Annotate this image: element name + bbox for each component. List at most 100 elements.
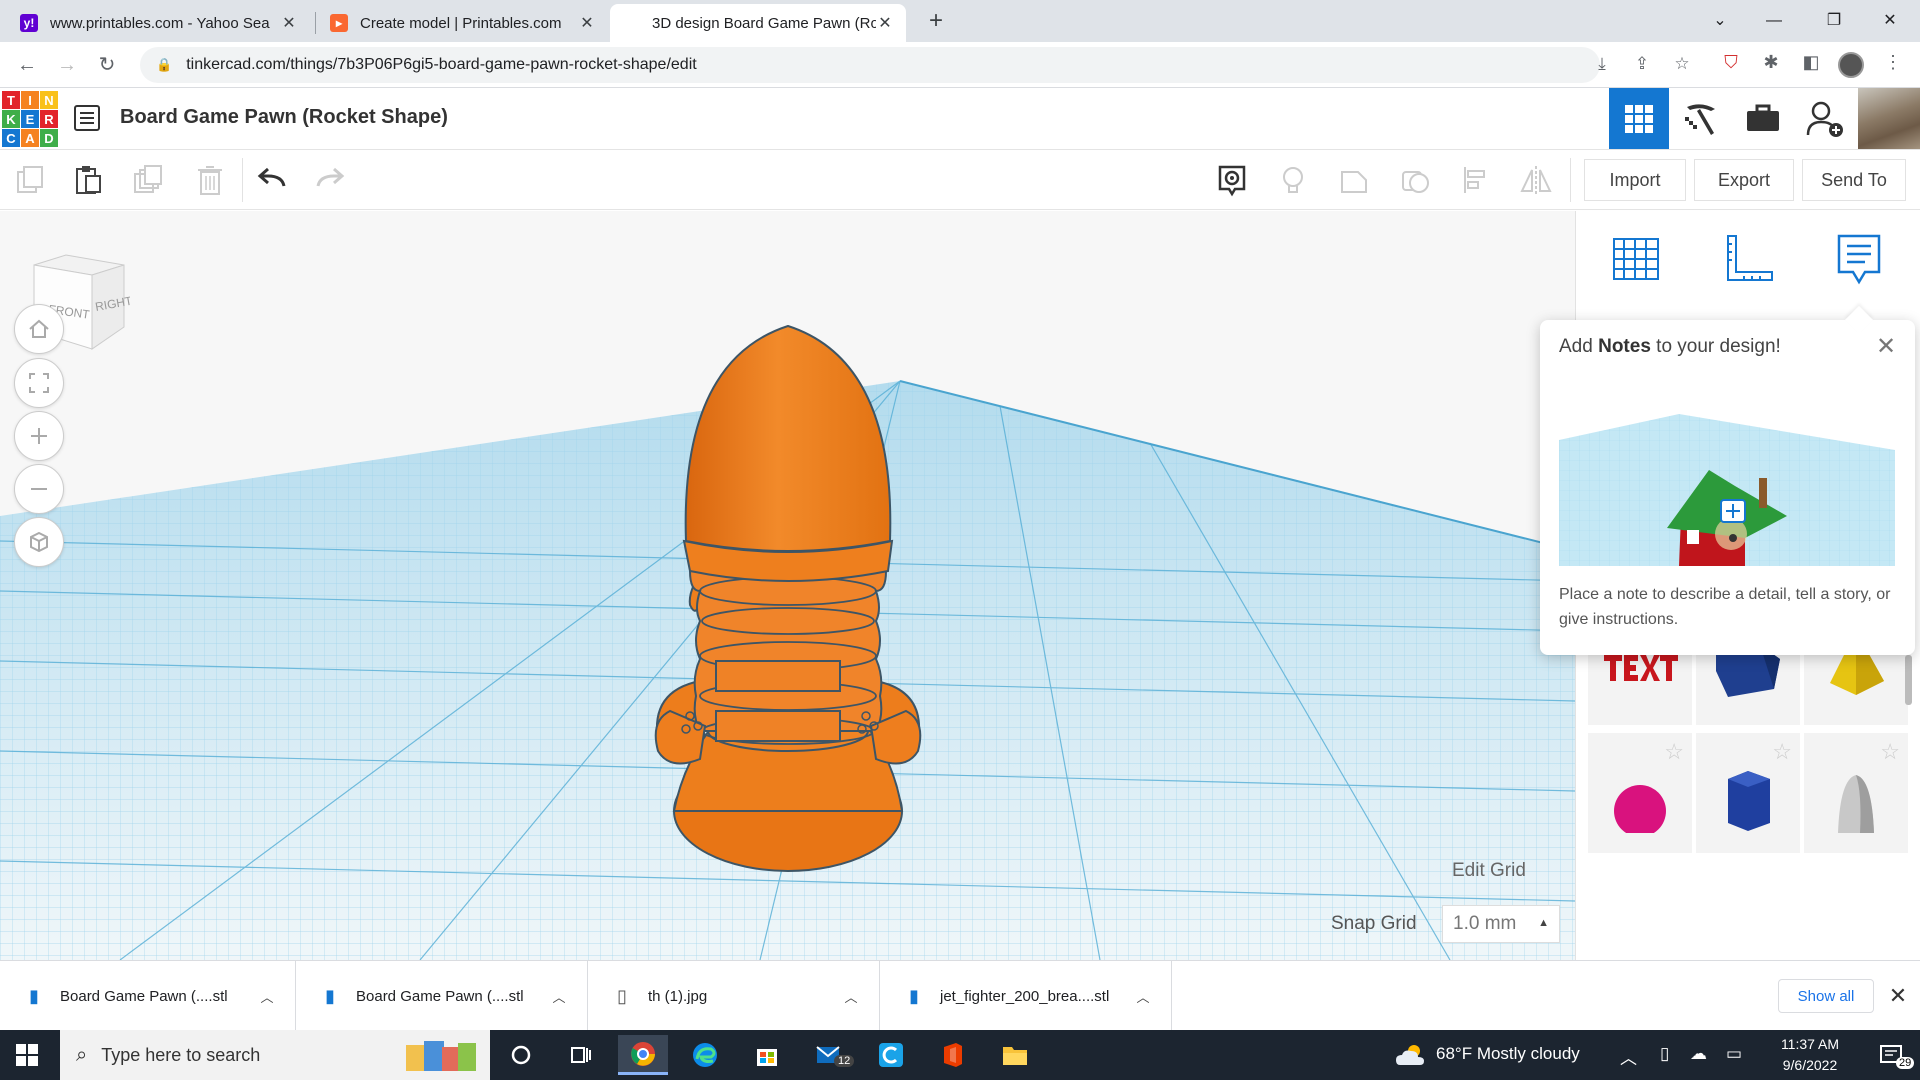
bricks-briefcase-button[interactable] <box>1733 88 1793 149</box>
back-arrow-icon[interactable]: ← <box>12 50 42 80</box>
cortana-circle-icon[interactable] <box>496 1035 546 1075</box>
export-button[interactable]: Export <box>1694 159 1794 201</box>
notes-tool-button[interactable] <box>1827 227 1891 291</box>
tray-device-icon[interactable]: ▯ <box>1660 1044 1669 1064</box>
browser-tab-yahoo[interactable]: y! www.printables.com - Yahoo Sea ✕ <box>8 4 310 42</box>
url-omnibox[interactable]: 🔒 tinkercad.com/things/7b3P06P6gi5-board… <box>140 47 1600 83</box>
browser-menu-icon[interactable]: ⋮ <box>1880 52 1906 78</box>
zoom-in-button[interactable] <box>14 411 64 461</box>
browser-tab-printables[interactable]: ▸ Create model | Printables.com ✕ <box>318 4 608 42</box>
workplane-tool-button[interactable] <box>1604 227 1668 291</box>
zoom-out-button[interactable] <box>14 464 64 514</box>
user-avatar[interactable] <box>1858 88 1920 149</box>
3d-workplane[interactable]: FRONT RIGHT Edit Grid Snap Grid 1.0 mm ▲ <box>0 211 1575 960</box>
snap-grid-label: Snap Grid <box>1331 913 1417 934</box>
blocks-pickaxe-button[interactable] <box>1671 88 1731 149</box>
close-tab-icon[interactable]: ✕ <box>876 13 894 33</box>
mail-taskbar-icon[interactable]: 12 <box>804 1035 855 1075</box>
download-item[interactable]: ▮ jet_fighter_200_brea....stl ︿ <box>880 961 1172 1031</box>
design-title[interactable]: Board Game Pawn (Rocket Shape) <box>120 106 448 129</box>
install-app-icon[interactable]: ⤓ <box>1590 54 1614 74</box>
chevron-up-icon[interactable]: ︿ <box>547 987 571 1006</box>
bookmark-star-icon[interactable]: ☆ <box>1670 54 1694 74</box>
close-window-icon[interactable]: ✕ <box>1870 6 1910 36</box>
taskbar-clock[interactable]: 11:37 AM 9/6/2022 <box>1770 1034 1850 1076</box>
forward-arrow-icon[interactable]: → <box>52 50 82 80</box>
file-explorer-taskbar-icon[interactable] <box>990 1035 1040 1075</box>
ruler-tool-button[interactable] <box>1717 227 1781 291</box>
notes-toggle-icon[interactable] <box>1214 162 1250 198</box>
toolbar-divider <box>1570 158 1571 202</box>
minus-icon <box>31 488 47 490</box>
edit-grid-button[interactable]: Edit Grid <box>1452 860 1526 882</box>
restore-window-icon[interactable]: ❐ <box>1814 6 1854 36</box>
weather-cloud-icon[interactable] <box>1392 1035 1428 1075</box>
send-to-button[interactable]: Send To <box>1802 159 1906 201</box>
chevron-up-icon[interactable]: ︿ <box>1131 987 1155 1006</box>
paste-icon[interactable] <box>70 162 106 198</box>
design-list-icon[interactable] <box>74 105 100 131</box>
trash-icon[interactable] <box>192 162 228 198</box>
office-taskbar-icon[interactable] <box>928 1035 978 1075</box>
close-tab-icon[interactable]: ✕ <box>578 13 596 33</box>
task-view-icon[interactable] <box>556 1035 606 1075</box>
ungroup-icon[interactable] <box>1397 162 1433 198</box>
tinkercad-logo[interactable]: T I N K E R C A D <box>2 91 58 147</box>
close-popup-icon[interactable]: ✕ <box>1873 334 1899 360</box>
store-taskbar-icon[interactable] <box>742 1035 792 1075</box>
chevron-up-icon[interactable]: ︿ <box>255 987 279 1006</box>
search-icon: ⌕ <box>76 1043 88 1066</box>
shapes-scrollbar[interactable] <box>1905 655 1912 705</box>
copy-icon[interactable] <box>12 162 48 198</box>
shape-sphere[interactable]: ☆ <box>1588 733 1692 853</box>
3d-view-grid-button[interactable] <box>1609 88 1669 149</box>
download-item[interactable]: ▮ Board Game Pawn (....stl ︿ <box>296 961 588 1031</box>
chrome-taskbar-icon[interactable] <box>618 1035 668 1075</box>
mirror-icon[interactable] <box>1518 162 1554 198</box>
home-icon <box>29 319 49 338</box>
chevron-up-icon[interactable]: ︿ <box>839 987 863 1006</box>
snap-grid-select[interactable]: 1.0 mm ▲ <box>1442 905 1560 943</box>
tab-search-chevron-icon[interactable]: ⌄ <box>1700 6 1740 36</box>
fit-view-button[interactable] <box>14 358 64 408</box>
close-tab-icon[interactable]: ✕ <box>280 13 298 33</box>
download-item[interactable]: ▯ th (1).jpg ︿ <box>588 961 880 1031</box>
align-icon[interactable] <box>1458 162 1494 198</box>
profile-avatar[interactable] <box>1838 52 1864 78</box>
workplane-grid-icon <box>1613 238 1659 280</box>
close-downloads-bar-icon[interactable]: ✕ <box>1886 981 1910 1011</box>
add-collaborator-button[interactable] <box>1795 88 1855 149</box>
tray-network-icon[interactable]: ☁ <box>1690 1044 1707 1064</box>
cortana-c-taskbar-icon[interactable] <box>866 1035 916 1075</box>
side-panel-icon[interactable]: ◧ <box>1798 52 1824 78</box>
undo-icon[interactable] <box>254 162 290 198</box>
share-icon[interactable]: ⇪ <box>1630 54 1654 74</box>
shape-paraboloid[interactable]: ☆ <box>1804 733 1908 853</box>
new-tab-button[interactable]: + <box>922 8 950 36</box>
extension-shield-icon[interactable]: ⛉ <box>1718 52 1744 78</box>
duplicate-icon[interactable] <box>130 162 166 198</box>
import-button[interactable]: Import <box>1584 159 1686 201</box>
notifications-icon[interactable]: 29 <box>1866 1035 1916 1075</box>
edge-taskbar-icon[interactable] <box>680 1035 730 1075</box>
download-item[interactable]: ▮ Board Game Pawn (....stl ︿ <box>0 961 296 1031</box>
extensions-puzzle-icon[interactable]: ✱ <box>1758 52 1784 78</box>
tray-chevron-up-icon[interactable]: ︿ <box>1620 1044 1637 1069</box>
show-all-downloads-button[interactable]: Show all <box>1778 979 1874 1013</box>
reload-icon[interactable]: ↻ <box>92 50 122 80</box>
home-view-button[interactable] <box>14 304 64 354</box>
projection-toggle-button[interactable] <box>14 517 64 567</box>
tray-battery-icon[interactable]: ▭ <box>1726 1044 1742 1064</box>
group-icon[interactable] <box>1336 162 1372 198</box>
taskbar-search-box[interactable]: ⌕ Type here to search <box>60 1030 490 1080</box>
minimize-window-icon[interactable]: — <box>1754 6 1794 36</box>
image-file-icon: ▯ <box>617 985 627 1006</box>
windows-start-icon[interactable] <box>16 1044 38 1066</box>
sphere-shape-icon <box>1614 785 1666 833</box>
browser-tab-tinkercad[interactable]: 3D design Board Game Pawn (Ro ✕ <box>610 4 906 42</box>
shape-polygon[interactable]: ☆ <box>1696 733 1800 853</box>
weather-text[interactable]: 68°F Mostly cloudy <box>1436 1044 1580 1064</box>
redo-icon[interactable] <box>312 162 348 198</box>
workplane-grid-scene[interactable] <box>0 211 1575 960</box>
lightbulb-icon[interactable] <box>1275 162 1311 198</box>
